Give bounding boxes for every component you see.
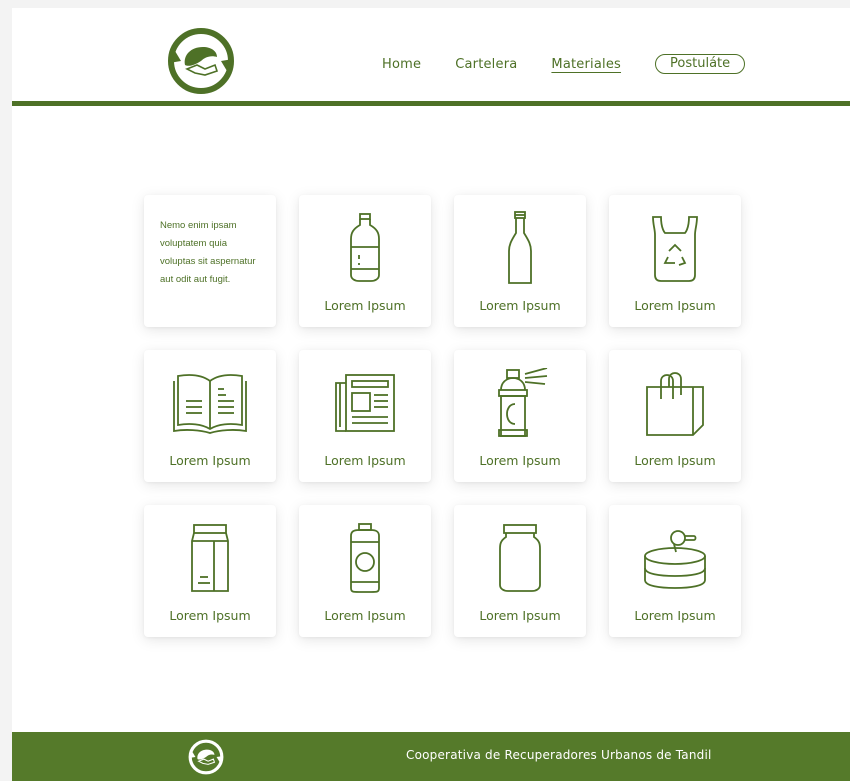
header-divider [12,101,850,106]
material-label: Lorem Ipsum [169,608,251,623]
page: Home Cartelera Materiales Postuláte Nemo… [12,8,850,781]
material-label: Lorem Ipsum [479,453,561,468]
material-label: Lorem Ipsum [169,453,251,468]
material-label: Lorem Ipsum [324,298,406,313]
material-label: Lorem Ipsum [324,608,406,623]
nav-cartelera[interactable]: Cartelera [455,57,517,72]
main-nav: Home Cartelera Materiales Postuláte [382,52,746,76]
jar-icon [454,519,586,597]
material-card[interactable]: Lorem Ipsum [454,350,586,482]
glass-bottle-icon [454,209,586,287]
site-footer: Cooperativa de Recuperadores Urbanos de … [12,732,850,781]
footer-cooperative-name: Cooperativa de Recuperadores Urbanos de … [406,748,712,762]
nav-home[interactable]: Home [382,57,421,72]
material-card[interactable]: Lorem Ipsum [299,350,431,482]
material-card[interactable]: Lorem Ipsum [609,505,741,637]
material-card[interactable]: Lorem Ipsum [454,195,586,327]
material-card[interactable]: Lorem Ipsum [144,350,276,482]
material-card[interactable]: Lorem Ipsum [299,505,431,637]
materials-grid: Nemo enim ipsam voluptatem quia voluptas… [144,195,741,637]
material-card[interactable]: Lorem Ipsum [609,195,741,327]
material-label: Lorem Ipsum [479,608,561,623]
tuna-can-icon [609,519,741,597]
recycle-bag-icon [609,209,741,287]
spray-can-icon [454,364,586,442]
material-card[interactable]: Lorem Ipsum [454,505,586,637]
intro-text: Nemo enim ipsam voluptatem quia voluptas… [160,220,256,285]
material-label: Lorem Ipsum [634,608,716,623]
cooperative-logo-icon[interactable] [165,25,237,97]
material-card[interactable]: Lorem Ipsum [609,350,741,482]
material-card[interactable]: Lorem Ipsum [299,195,431,327]
soda-can-icon [299,519,431,597]
open-book-icon [144,364,276,442]
material-label: Lorem Ipsum [634,298,716,313]
nav-materiales[interactable]: Materiales [551,57,621,72]
shopping-bag-icon [609,364,741,442]
newspaper-icon [299,364,431,442]
postulate-button[interactable]: Postuláte [655,54,746,74]
milk-carton-icon [144,519,276,597]
material-label: Lorem Ipsum [479,298,561,313]
intro-card: Nemo enim ipsam voluptatem quia voluptas… [144,195,276,327]
material-label: Lorem Ipsum [634,453,716,468]
material-card[interactable]: Lorem Ipsum [144,505,276,637]
plastic-bottle-icon [299,209,431,287]
footer-logo-icon[interactable] [187,738,225,776]
material-label: Lorem Ipsum [324,453,406,468]
site-header: Home Cartelera Materiales Postuláte [12,8,850,106]
